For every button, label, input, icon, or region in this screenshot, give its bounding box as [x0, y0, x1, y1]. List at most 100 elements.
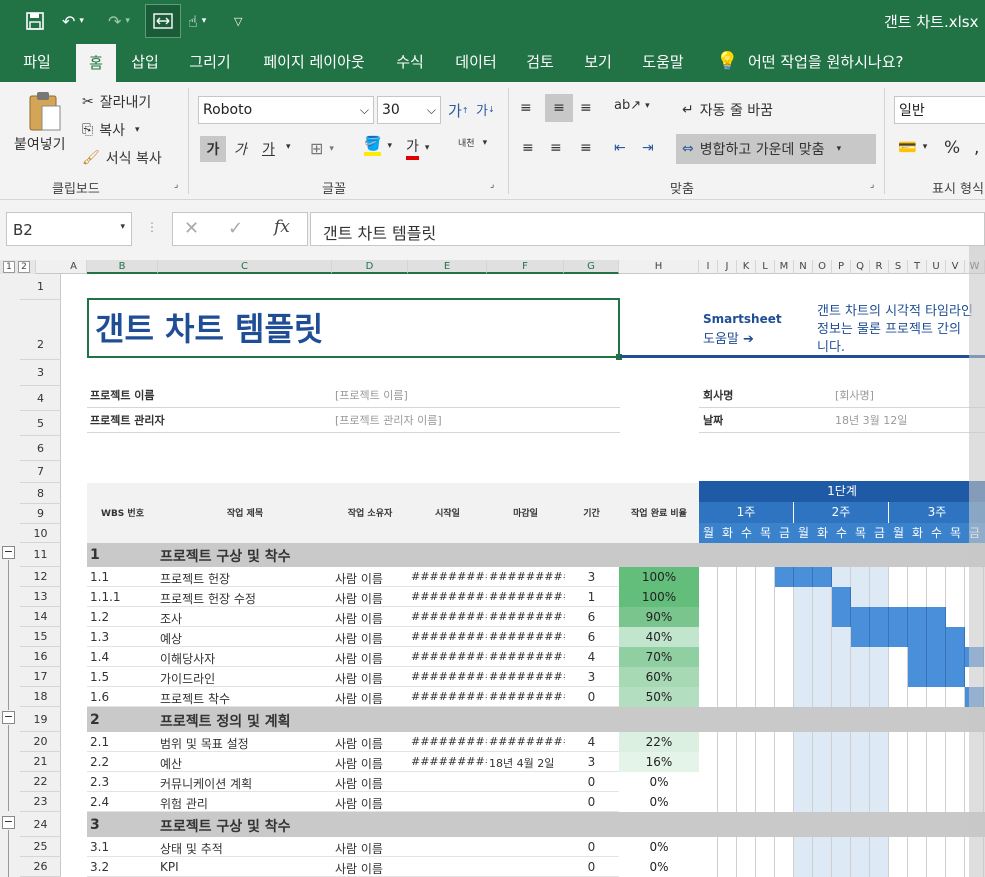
owner-cell[interactable]: 사람 이름 — [335, 610, 407, 627]
smartsheet-help-link[interactable]: 도움말 ➔ — [703, 328, 754, 347]
duration-cell[interactable]: 4 — [564, 650, 619, 664]
row-header[interactable]: 11 — [20, 543, 61, 567]
copy-button[interactable]: ⎘ 복사 ▾ — [82, 120, 140, 140]
tab-formulas[interactable]: 수식 — [388, 42, 432, 82]
align-bottom-icon[interactable]: ≡ — [580, 100, 592, 116]
fill-color-icon[interactable]: 🪣 ▾ — [364, 136, 392, 156]
duration-cell[interactable]: 0 — [564, 840, 619, 854]
owner-cell[interactable]: 사람 이름 — [335, 690, 407, 707]
wbs-cell[interactable]: 1.5 — [90, 670, 156, 684]
touch-mode-icon[interactable]: ☝ ▾ — [188, 8, 206, 34]
tab-data[interactable]: 데이터 — [450, 42, 502, 82]
font-name-combo[interactable]: Roboto ⌵ — [198, 96, 374, 124]
column-header-f[interactable]: F — [487, 260, 564, 274]
save-icon[interactable] — [26, 8, 44, 34]
column-header-g[interactable]: G — [564, 260, 619, 274]
increase-indent-icon[interactable]: ⇥ — [642, 140, 654, 156]
start-date-cell[interactable]: ########## — [411, 650, 487, 663]
wbs-cell[interactable]: 3.1 — [90, 840, 156, 854]
tab-view[interactable]: 보기 — [578, 42, 618, 82]
duration-cell[interactable]: 3 — [564, 755, 619, 769]
undo-icon[interactable]: ↶ ▾ — [62, 8, 84, 34]
column-header-t[interactable]: T — [908, 260, 927, 274]
owner-cell[interactable]: 사람 이름 — [335, 775, 407, 792]
row-header[interactable]: 26 — [20, 857, 61, 877]
task-cell[interactable]: 프로젝트 헌장 — [160, 570, 330, 587]
smartsheet-link[interactable]: Smartsheet — [703, 312, 782, 326]
column-header-s[interactable]: S — [889, 260, 908, 274]
duration-cell[interactable]: 1 — [564, 590, 619, 604]
italic-button[interactable]: 가 — [234, 139, 247, 159]
font-launcher-icon[interactable]: ⌟ — [490, 180, 494, 190]
increase-font-icon[interactable]: 가 ↑ — [448, 100, 469, 121]
wrap-text-button[interactable]: ↵ 자동 줄 바꿈 — [682, 100, 773, 120]
wbs-cell[interactable]: 1.1 — [90, 570, 156, 584]
pct-complete-cell[interactable]: 100% — [619, 587, 699, 607]
wbs-cell[interactable]: 1.6 — [90, 690, 156, 704]
duration-cell[interactable]: 0 — [564, 795, 619, 809]
column-header-e[interactable]: E — [408, 260, 487, 274]
task-cell[interactable]: 예상 — [160, 630, 330, 647]
wbs-cell[interactable]: 1.2 — [90, 610, 156, 624]
task-cell[interactable]: 커뮤니케이션 계획 — [160, 775, 330, 792]
format-painter-button[interactable]: 🖌 서식 복사 — [82, 148, 162, 168]
row-header[interactable]: 4 — [20, 386, 61, 411]
clipboard-launcher-icon[interactable]: ⌟ — [174, 180, 178, 190]
start-date-cell[interactable]: ########## — [411, 690, 487, 703]
wbs-cell[interactable]: 2.4 — [90, 795, 156, 809]
duration-cell[interactable]: 0 — [564, 775, 619, 789]
owner-cell[interactable]: 사람 이름 — [335, 590, 407, 607]
row-header[interactable]: 12 — [20, 567, 61, 587]
row-header[interactable]: 16 — [20, 647, 61, 667]
wbs-cell[interactable]: 1.1.1 — [90, 590, 156, 604]
pct-complete-cell[interactable]: 16% — [619, 752, 699, 772]
due-date-cell[interactable]: ########## — [489, 650, 565, 663]
fit-width-icon[interactable] — [145, 4, 181, 38]
tab-home[interactable]: 홈 — [76, 44, 116, 82]
decrease-indent-icon[interactable]: ⇤ — [614, 140, 626, 156]
due-date-cell[interactable]: ########## — [489, 610, 565, 623]
start-date-cell[interactable]: ########## — [411, 630, 487, 643]
pct-complete-cell[interactable]: 90% — [619, 607, 699, 627]
column-header-p[interactable]: P — [832, 260, 851, 274]
pct-complete-cell[interactable]: 40% — [619, 627, 699, 647]
task-cell[interactable]: 상태 및 추적 — [160, 840, 330, 857]
merge-center-button[interactable]: ⇔ 병합하고 가운데 맞춤 ▾ — [676, 134, 876, 164]
row-header[interactable]: 1 — [20, 274, 61, 300]
row-header[interactable]: 14 — [20, 607, 61, 627]
font-size-combo[interactable]: 30 ⌵ — [377, 96, 441, 124]
pct-complete-cell[interactable]: 0% — [619, 857, 699, 877]
task-cell[interactable]: 범위 및 목표 설정 — [160, 735, 330, 752]
column-header-v[interactable]: V — [946, 260, 965, 274]
enter-icon[interactable]: ✓ — [228, 218, 243, 239]
due-date-cell[interactable]: ########## — [489, 590, 565, 603]
paste-button[interactable]: 붙여넣기 — [14, 134, 66, 154]
pct-complete-cell[interactable]: 60% — [619, 667, 699, 687]
outline-level-1[interactable]: 1 — [3, 261, 15, 273]
duration-cell[interactable]: 3 — [564, 670, 619, 684]
row-header[interactable]: 17 — [20, 667, 61, 687]
row-header[interactable]: 18 — [20, 687, 61, 707]
row-header[interactable]: 15 — [20, 627, 61, 647]
customize-qa-icon[interactable]: ▽ — [234, 8, 242, 34]
row-header[interactable]: 3 — [20, 360, 61, 386]
column-header-r[interactable]: R — [870, 260, 889, 274]
bold-button[interactable]: 가 — [200, 136, 226, 162]
pct-complete-cell[interactable]: 0% — [619, 772, 699, 792]
duration-cell[interactable]: 0 — [564, 860, 619, 874]
column-header-q[interactable]: Q — [851, 260, 870, 274]
date-value[interactable]: 18년 3월 12일 — [835, 412, 907, 428]
due-date-cell[interactable]: ########## — [489, 670, 565, 683]
align-left-icon[interactable]: ≡ — [522, 140, 534, 156]
owner-cell[interactable]: 사람 이름 — [335, 570, 407, 587]
redo-icon[interactable]: ↷ ▾ — [108, 8, 130, 34]
task-cell[interactable]: 위험 관리 — [160, 795, 330, 812]
border-icon[interactable]: ⊞ ▾ — [310, 139, 334, 158]
column-header-h[interactable]: H — [619, 260, 699, 274]
column-header-o[interactable]: O — [813, 260, 832, 274]
duration-cell[interactable]: 4 — [564, 735, 619, 749]
column-header-c[interactable]: C — [158, 260, 332, 274]
owner-cell[interactable]: 사람 이름 — [335, 860, 407, 877]
column-header-u[interactable]: U — [927, 260, 946, 274]
task-cell[interactable]: 가이드라인 — [160, 670, 330, 687]
